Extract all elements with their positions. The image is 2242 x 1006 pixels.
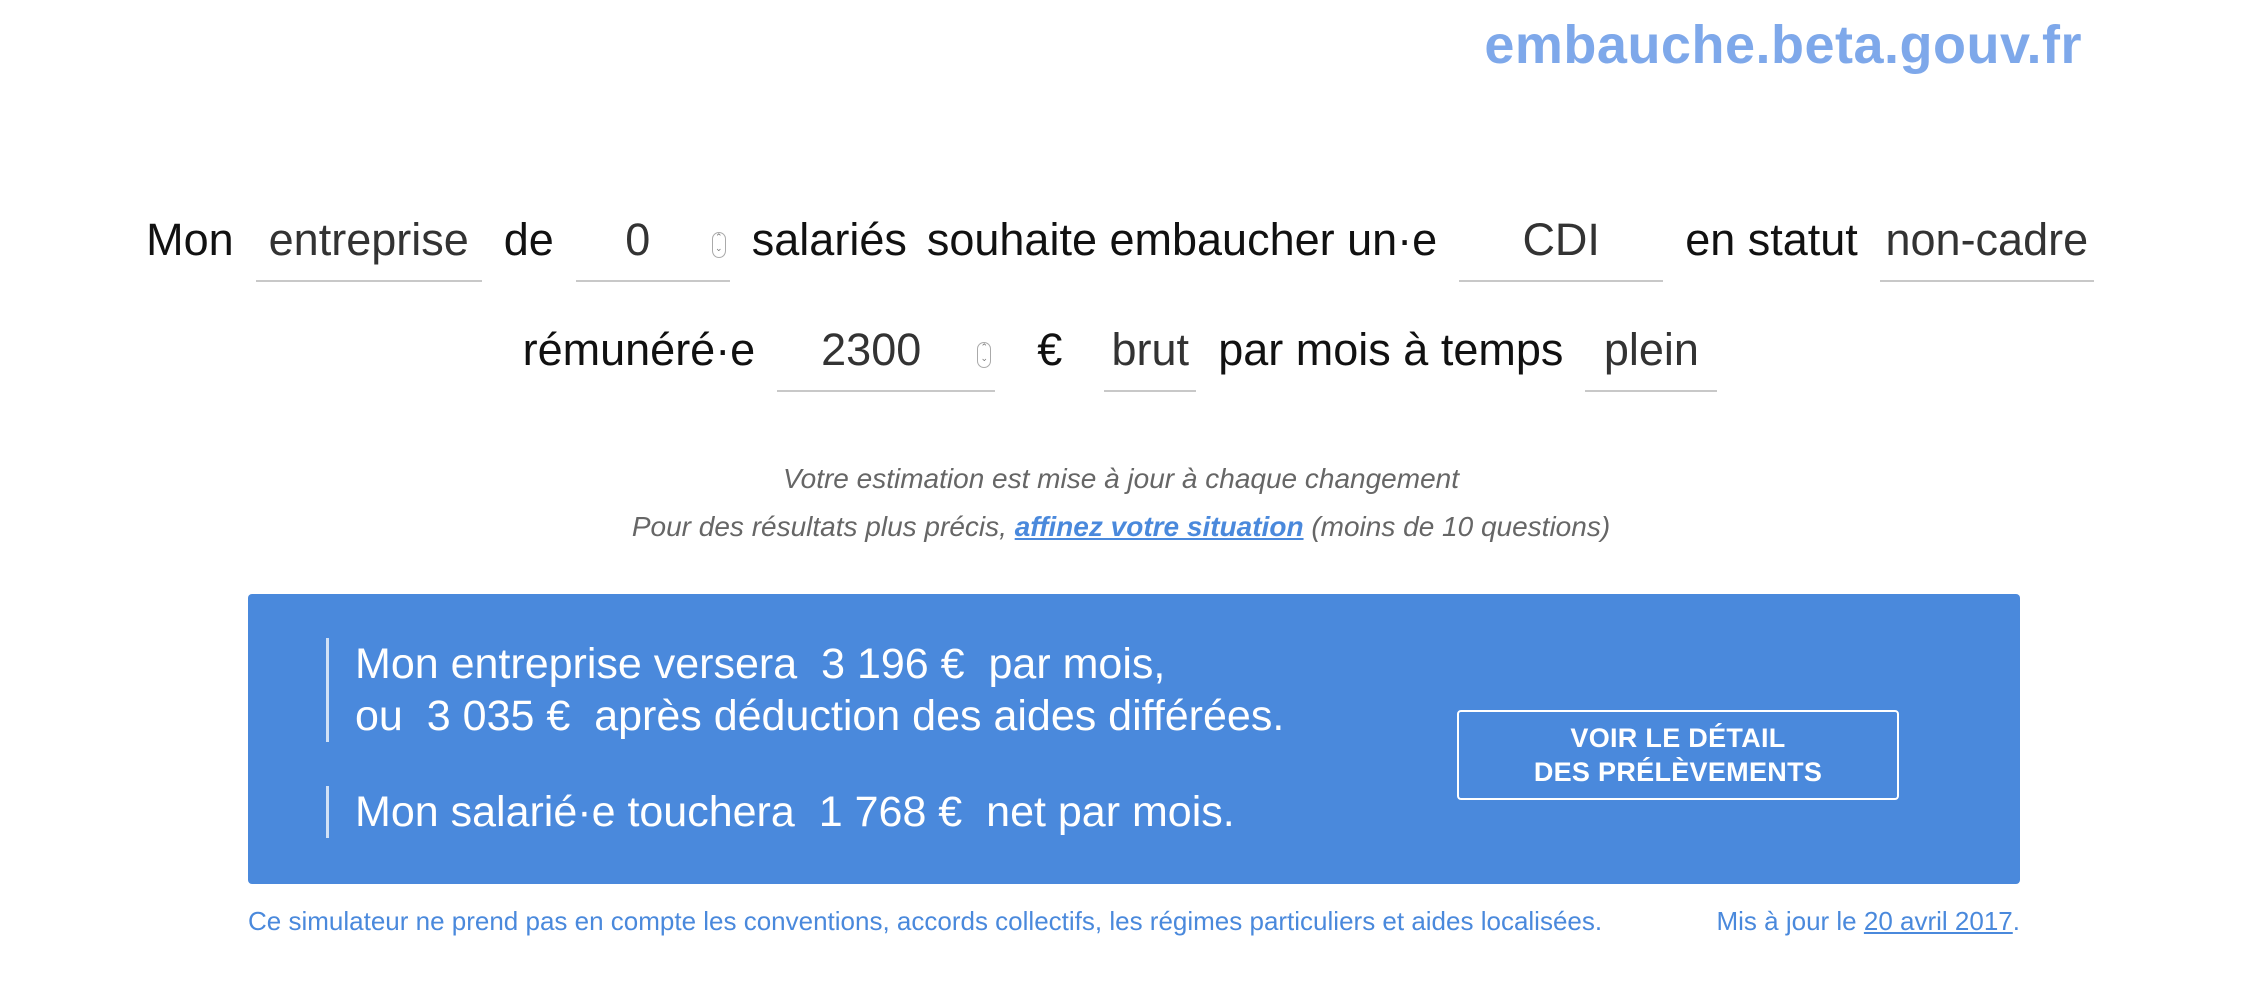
note-line-2-after: (moins de 10 questions)	[1311, 511, 1611, 542]
after-aid-suffix: après déduction des aides différées.	[594, 692, 1285, 740]
net-salary-suffix: net par mois.	[986, 788, 1235, 836]
status-select[interactable]: non-cadre	[1879, 204, 2094, 282]
employer-cost-amount: 3 196 €	[821, 640, 965, 688]
employer-cost-prefix: Mon entreprise versera	[355, 640, 798, 688]
company-type-select[interactable]: entreprise	[255, 204, 482, 282]
updated-prefix: Mis à jour le	[1716, 906, 1857, 936]
employer-cost-after-aid-line: ou 3 035 € après déduction des aides dif…	[355, 690, 1284, 742]
word-remunere: rémunéré·e	[522, 324, 756, 375]
view-details-line-1: VOIR LE DÉTAIL	[1570, 723, 1786, 753]
employees-value: 0	[625, 214, 651, 265]
word-de: de	[503, 214, 554, 265]
note-line-2: Pour des résultats plus précis, affinez …	[0, 503, 2242, 551]
employees-stepper-icon[interactable]: ⌃ ⌄	[711, 232, 726, 258]
view-details-button[interactable]: VOIR LE DÉTAIL DES PRÉLÈVEMENTS	[1457, 710, 1899, 800]
site-link[interactable]: embauche.beta.gouv.fr	[1484, 14, 2082, 76]
after-aid-amount: 3 035 €	[426, 692, 571, 740]
disclaimer-text: Ce simulateur ne prend pas en compte les…	[248, 906, 1603, 936]
net-salary-amount: 1 768 €	[818, 788, 963, 836]
sentence-row-1: Mon entreprise de 0 ⌃ ⌄ salariés souhaite…	[0, 200, 2242, 282]
employer-cost-suffix: par mois,	[988, 640, 1166, 688]
net-salary-prefix: Mon salarié·e touchera	[355, 788, 795, 836]
contract-select[interactable]: CDI	[1459, 204, 1664, 282]
sentence-row-2: rémunéré·e 2300 ⌃ ⌄ € brut par mois à tem…	[0, 310, 2242, 392]
net-salary-block: Mon salarié·e touchera 1 768 € net par m…	[326, 786, 1235, 838]
word-souhaite: souhaite embaucher un·e	[926, 214, 1438, 265]
word-par-mois: par mois à temps	[1218, 324, 1564, 375]
estimate-notes: Votre estimation est mise à jour à chaqu…	[0, 455, 2242, 551]
updated-suffix: .	[2012, 906, 2020, 936]
employer-cost-line: Mon entreprise versera 3 196 € par mois,	[355, 638, 1284, 690]
word-en-statut: en statut	[1685, 214, 1858, 265]
result-panel: Mon entreprise versera 3 196 € par mois,…	[248, 594, 2020, 884]
updated-info: Mis à jour le 20 avril 2017.	[1716, 906, 2020, 937]
salary-type-select[interactable]: brut	[1104, 314, 1197, 392]
refine-situation-link[interactable]: affinez votre situation	[1015, 511, 1304, 542]
employees-input[interactable]: 0 ⌃ ⌄	[575, 204, 730, 282]
word-mon: Mon	[146, 214, 234, 265]
currency-label: €	[1037, 324, 1063, 375]
updated-date-link[interactable]: 20 avril 2017	[1864, 906, 2013, 936]
time-select[interactable]: plein	[1585, 314, 1718, 392]
note-line-1: Votre estimation est mise à jour à chaqu…	[782, 463, 1459, 494]
note-line-2-before: Pour des résultats plus précis,	[631, 511, 1007, 542]
salary-value: 2300	[821, 324, 922, 375]
salary-input[interactable]: 2300 ⌃ ⌄	[777, 314, 996, 392]
word-salaries: salariés	[751, 214, 907, 265]
after-aid-prefix: ou	[355, 692, 403, 740]
employer-cost-block: Mon entreprise versera 3 196 € par mois,…	[326, 638, 1284, 742]
salary-stepper-icon[interactable]: ⌃ ⌄	[977, 342, 992, 368]
view-details-line-2: DES PRÉLÈVEMENTS	[1533, 757, 1823, 787]
